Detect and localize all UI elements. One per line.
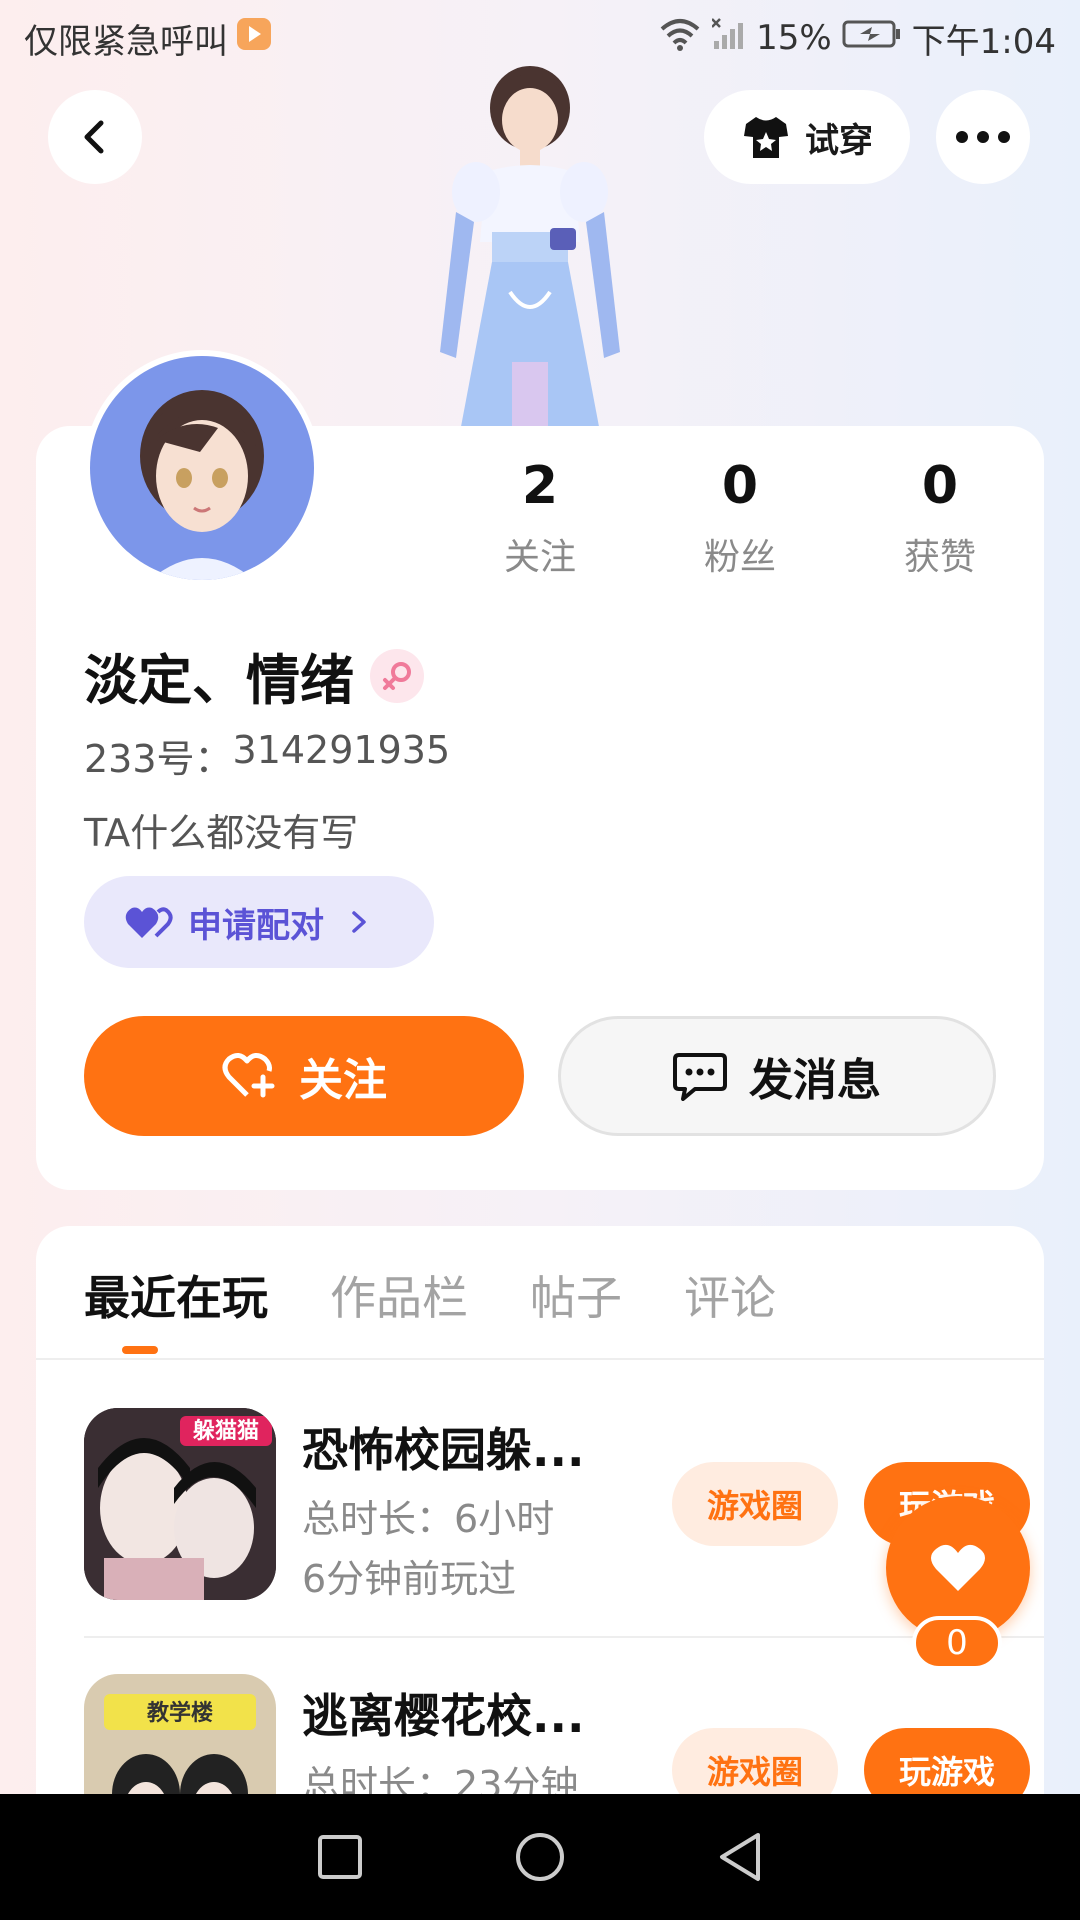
back-nav-icon[interactable] xyxy=(716,1831,764,1883)
system-nav-bar xyxy=(0,1794,1080,1920)
match-request-button[interactable]: 申请配对 xyxy=(84,876,434,968)
duration-label: 总时长： xyxy=(302,1497,455,1541)
tabs-divider xyxy=(36,1358,1044,1360)
duration-value: 6小时 xyxy=(454,1497,555,1541)
tab-posts[interactable]: 帖子 xyxy=(530,1262,622,1362)
stat-value: 2 xyxy=(521,456,559,516)
like-count: 0 xyxy=(912,1616,1002,1670)
home-icon[interactable] xyxy=(514,1831,566,1883)
game-icon-text: 教学楼 xyxy=(147,1700,213,1726)
row-divider xyxy=(84,1636,1044,1638)
message-label: 发消息 xyxy=(749,1055,881,1106)
tab-works[interactable]: 作品栏 xyxy=(330,1262,468,1362)
stat-label: 关注 xyxy=(503,537,576,578)
game-icon-text: 躲猫猫 xyxy=(193,1418,259,1444)
try-on-button[interactable]: 试穿 xyxy=(704,90,910,184)
chat-bubble-icon xyxy=(673,1053,727,1101)
avatar[interactable] xyxy=(84,350,320,586)
stat-label: 获赞 xyxy=(903,537,976,578)
heart-icon xyxy=(931,1544,985,1591)
more-button[interactable] xyxy=(936,90,1030,184)
stat-likes[interactable]: 0 获赞 xyxy=(840,456,1040,586)
avatar-3d-figure[interactable] xyxy=(400,62,660,432)
try-on-label: 试穿 xyxy=(805,120,873,161)
user-id[interactable]: 233号： 314291935 xyxy=(84,728,450,783)
tab-recently-played[interactable]: 最近在玩 xyxy=(84,1262,268,1362)
user-id-value: 314291935 xyxy=(232,728,451,772)
game-icon[interactable]: 躲猫猫 xyxy=(84,1408,276,1600)
double-heart-icon xyxy=(125,907,173,938)
recent-apps-icon[interactable] xyxy=(316,1833,364,1881)
game-title: 恐怖校园躲... xyxy=(302,1423,585,1477)
user-bio: TA什么都没有写 xyxy=(84,811,359,855)
game-circle-button[interactable]: 游戏圈 xyxy=(672,1462,838,1546)
game-duration: 总时长： 6小时 xyxy=(302,1488,554,1543)
send-message-button[interactable]: 发消息 xyxy=(558,1016,996,1136)
stat-following[interactable]: 2 关注 xyxy=(440,456,640,586)
stat-value: 0 xyxy=(721,456,759,516)
shirt-icon xyxy=(744,117,788,158)
avatar-portrait xyxy=(90,356,314,580)
tab-comments[interactable]: 评论 xyxy=(684,1262,776,1362)
stat-value: 0 xyxy=(921,456,959,516)
back-button[interactable] xyxy=(48,90,142,184)
match-label: 申请配对 xyxy=(188,905,324,946)
name-row: 淡定、情绪 xyxy=(84,636,424,715)
chevron-left-icon xyxy=(84,120,104,154)
female-icon xyxy=(370,648,424,703)
stats-row: 2 关注 0 粉丝 0 获赞 xyxy=(440,456,1040,586)
tab-bar: 最近在玩 作品栏 帖子 评论 xyxy=(84,1262,776,1362)
user-name: 淡定、情绪 xyxy=(84,649,354,712)
tab-active-indicator xyxy=(122,1346,158,1354)
more-dots-icon xyxy=(956,131,1010,143)
game-title: 逃离樱花校... xyxy=(302,1689,585,1743)
game-last-played: 6分钟前玩过 xyxy=(302,1557,517,1601)
chevron-right-icon xyxy=(352,911,366,933)
stat-followers[interactable]: 0 粉丝 xyxy=(640,456,840,586)
user-id-label: 233号： xyxy=(84,737,233,781)
content-card: 最近在玩 作品栏 帖子 评论 躲猫猫 恐怖校园躲... 总时长： 6小时 6分钟… xyxy=(36,1226,1044,1826)
heart-plus-icon xyxy=(222,1053,275,1098)
follow-button[interactable]: 关注 xyxy=(84,1016,524,1136)
stat-label: 粉丝 xyxy=(703,537,776,578)
follow-label: 关注 xyxy=(299,1055,387,1106)
